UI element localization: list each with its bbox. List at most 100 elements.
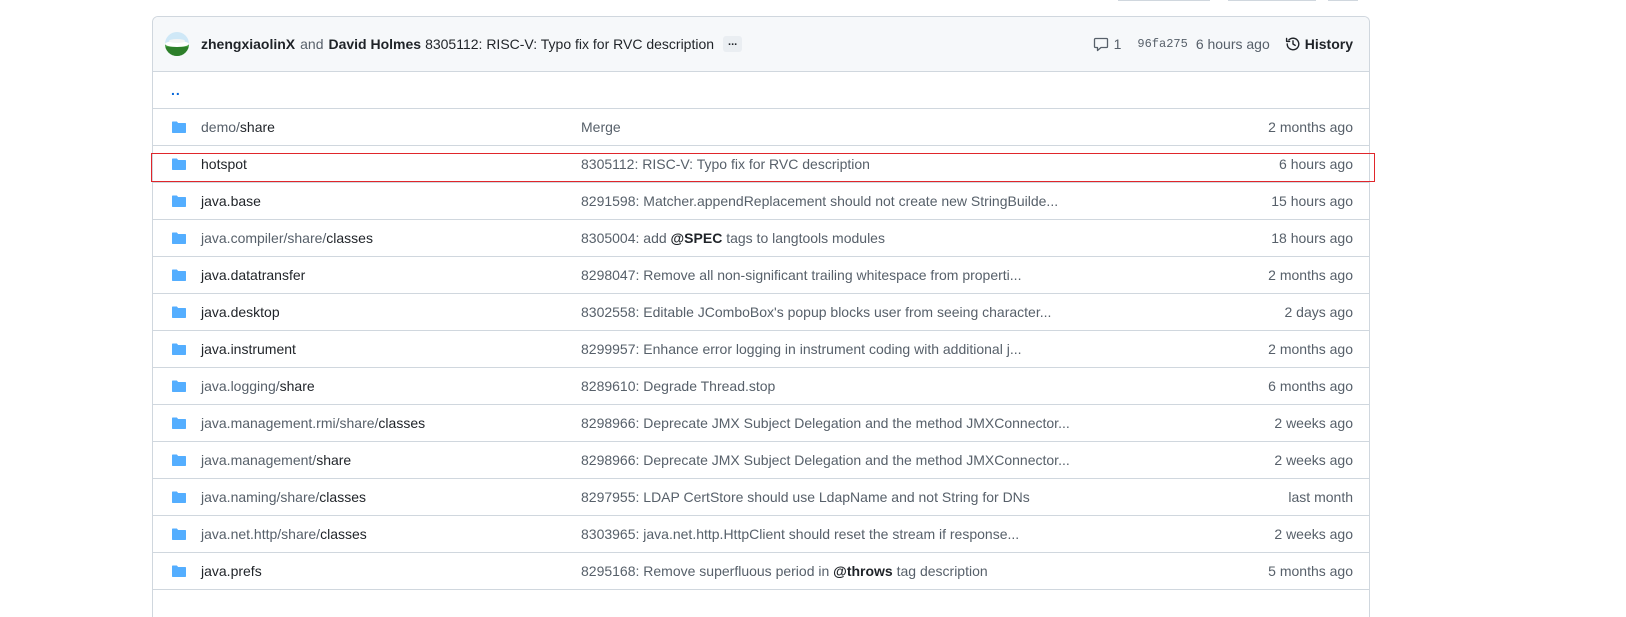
folder-icon	[172, 491, 186, 503]
directory-path-prefix: java.net.http/share/	[201, 526, 321, 542]
table-row[interactable]: java.management/share 8298966: Deprecate …	[153, 442, 1369, 479]
folder-icon-wrap	[171, 415, 187, 431]
directory-path-last: share	[239, 119, 275, 135]
commit-age: 2 months ago	[1268, 119, 1353, 135]
history-button[interactable]: History	[1285, 36, 1353, 52]
folder-icon-wrap	[171, 230, 187, 246]
directory-name[interactable]: java.instrument	[201, 341, 581, 357]
expand-commit-button[interactable]: ...	[723, 36, 743, 52]
commit-message-link[interactable]: 8299957: Enhance error logging in instru…	[581, 341, 1213, 357]
commit-message-link[interactable]: 8289610: Degrade Thread.stop	[581, 378, 1213, 394]
directory-name[interactable]: java.desktop	[201, 304, 581, 320]
directory-path-prefix: java.logging/	[201, 378, 280, 394]
commit-message-link[interactable]: 8302558: Editable JComboBox's popup bloc…	[581, 304, 1213, 320]
commit-meta: 1 96fa275 6 hours ago History	[1093, 36, 1353, 52]
commit-age: 2 weeks ago	[1274, 415, 1353, 431]
directory-path-last: classes	[319, 489, 366, 505]
author-name-1[interactable]: zhengxiaolinX	[201, 36, 295, 52]
commit-message-text: 8302558: Editable JComboBox's popup bloc…	[581, 304, 1052, 320]
commit-sha[interactable]: 96fa275	[1137, 37, 1187, 51]
commit-message-link[interactable]: 8298047: Remove all non-significant trai…	[581, 267, 1213, 283]
commit-message-link[interactable]: 8295168: Remove superfluous period in @t…	[581, 563, 1213, 579]
table-row[interactable]: java.net.http/share/classes 8303965: java…	[153, 516, 1369, 553]
commit-message-link[interactable]: 8291598: Matcher.appendReplacement shoul…	[581, 193, 1213, 209]
comment-count: 1	[1113, 36, 1122, 52]
commit-message-link[interactable]: 8297955: LDAP CertStore should use LdapN…	[581, 489, 1213, 505]
commit-age: 6 months ago	[1268, 378, 1353, 394]
table-row[interactable]: java.management.rmi/share/classes 8298966…	[153, 405, 1369, 442]
commit-age: 2 weeks ago	[1274, 452, 1353, 468]
commit-message-mention: @SPEC	[670, 230, 723, 246]
comment-icon	[1093, 37, 1108, 52]
commit-message-link[interactable]: 8305112: RISC-V: Typo fix for RVC descri…	[581, 156, 1213, 172]
folder-icon-wrap	[171, 119, 187, 135]
table-row[interactable]	[153, 590, 1369, 617]
commit-time: 6 hours ago	[1195, 36, 1270, 52]
folder-icon	[172, 121, 186, 133]
folder-icon-wrap	[171, 193, 187, 209]
commit-message-text: 8299957: Enhance error logging in instru…	[581, 341, 1022, 357]
commit-message-text: 8297955: LDAP CertStore should use LdapN…	[581, 489, 1030, 505]
directory-name[interactable]: java.naming/share/classes	[201, 489, 581, 505]
directory-path-last: hotspot	[201, 156, 247, 172]
commit-message-link[interactable]: 8298966: Deprecate JMX Subject Delegatio…	[581, 415, 1213, 431]
directory-name[interactable]: hotspot	[201, 156, 581, 172]
table-row[interactable]: java.logging/share 8289610: Degrade Threa…	[153, 368, 1369, 405]
table-row[interactable]: java.compiler/share/classes 8305004: add …	[153, 220, 1369, 257]
file-list: demo/share Merge 2 months ago hotspot 830511…	[153, 109, 1369, 617]
commit-message-link[interactable]: 8298966: Deprecate JMX Subject Delegatio…	[581, 452, 1213, 468]
directory-name[interactable]: java.compiler/share/classes	[201, 230, 581, 246]
directory-path-prefix: java.management.rmi/share/	[201, 415, 379, 431]
directory-name[interactable]: java.prefs	[201, 563, 581, 579]
folder-icon	[172, 380, 186, 392]
directory-name[interactable]: demo/share	[201, 119, 581, 135]
commit-message-link[interactable]: 8305004: add @SPEC tags to langtools mod…	[581, 230, 1213, 246]
folder-icon	[172, 158, 186, 170]
directory-path-last: java.prefs	[201, 563, 262, 579]
directory-name[interactable]: java.management.rmi/share/classes	[201, 415, 581, 431]
author-name-2[interactable]: David Holmes	[328, 36, 421, 52]
avatar[interactable]	[165, 32, 189, 56]
commit-age: 2 months ago	[1268, 267, 1353, 283]
folder-icon-wrap	[171, 378, 187, 394]
commit-message-text: 8295168: Remove superfluous period in	[581, 563, 834, 579]
commit-message[interactable]: 8305112: RISC-V: Typo fix for RVC descri…	[425, 36, 714, 52]
directory-path-prefix: java.management/	[201, 452, 317, 468]
table-row[interactable]: hotspot 8305112: RISC-V: Typo fix for RVC…	[153, 146, 1369, 183]
folder-icon	[172, 417, 186, 429]
commit-message-text: 8298966: Deprecate JMX Subject Delegatio…	[581, 452, 1070, 468]
top-stub	[1328, 0, 1358, 1]
parent-directory-link[interactable]: ..	[171, 82, 181, 98]
folder-icon	[172, 195, 186, 207]
folder-icon-wrap	[171, 489, 187, 505]
directory-path-last: java.desktop	[201, 304, 280, 320]
parent-directory-row[interactable]: ..	[153, 72, 1369, 109]
table-row[interactable]: java.prefs 8295168: Remove superfluous pe…	[153, 553, 1369, 590]
comments-link[interactable]: 1	[1093, 36, 1122, 52]
table-row[interactable]: demo/share Merge 2 months ago	[153, 109, 1369, 146]
table-row[interactable]: java.base 8291598: Matcher.appendReplacem…	[153, 183, 1369, 220]
directory-path-last: classes	[378, 415, 426, 431]
commit-message-link[interactable]: 8303965: java.net.http.HttpClient should…	[581, 526, 1213, 542]
commit-age: 18 hours ago	[1271, 230, 1353, 246]
commit-age: 2 days ago	[1284, 304, 1354, 320]
commit-message-link[interactable]: Merge	[581, 119, 1213, 135]
table-row[interactable]: java.datatransfer 8298047: Remove all non…	[153, 257, 1369, 294]
directory-name[interactable]: java.logging/share	[201, 378, 581, 394]
directory-name[interactable]: java.datatransfer	[201, 267, 581, 283]
directory-name[interactable]: java.net.http/share/classes	[201, 526, 581, 542]
directory-path-prefix: java.compiler/share/	[201, 230, 327, 246]
file-browser: zhengxiaolinX and David Holmes 8305112: …	[152, 16, 1370, 617]
and-text: and	[300, 36, 324, 52]
folder-icon-wrap	[171, 452, 187, 468]
table-row[interactable]: java.naming/share/classes 8297955: LDAP C…	[153, 479, 1369, 516]
table-row[interactable]: java.desktop 8302558: Editable JComboBox'…	[153, 294, 1369, 331]
commit-age: last month	[1288, 489, 1353, 505]
commit-message-text-tail: tag description	[892, 563, 988, 579]
commit-message-text: 8305112: RISC-V: Typo fix for RVC descri…	[581, 156, 870, 172]
folder-icon-wrap	[171, 526, 187, 542]
table-row[interactable]: java.instrument 8299957: Enhance error lo…	[153, 331, 1369, 368]
directory-name[interactable]: java.management/share	[201, 452, 581, 468]
directory-name[interactable]: java.base	[201, 193, 581, 209]
top-stubs	[1118, 0, 1358, 2]
